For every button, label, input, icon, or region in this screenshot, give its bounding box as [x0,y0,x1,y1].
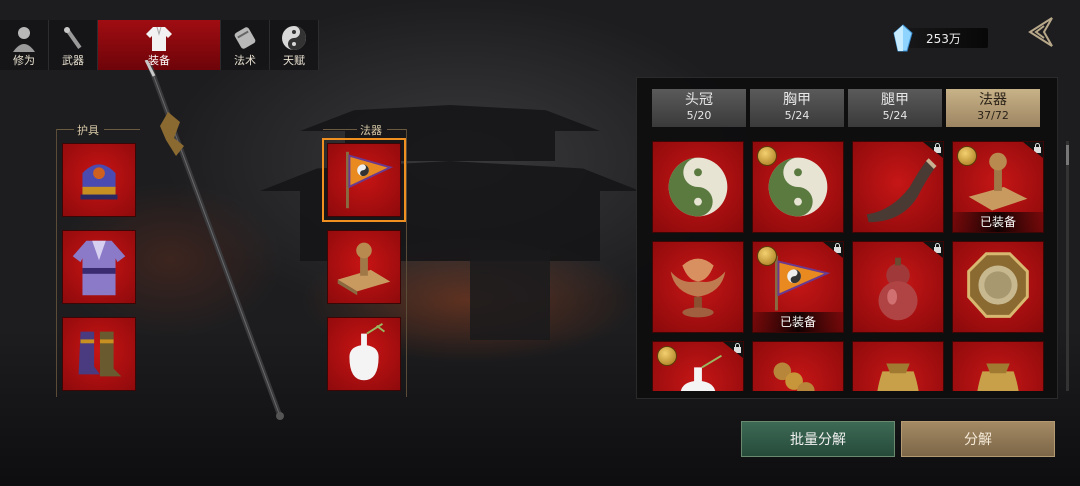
equipped-label: 已装备 [753,312,843,332]
section-divider [104,129,140,130]
lotus-lamp-icon [670,258,726,318]
item-slot[interactable] [752,341,844,391]
item-slot[interactable] [852,141,944,233]
item-slot[interactable] [852,341,944,391]
robe-armor-icon [72,240,126,296]
scrollbar-thumb[interactable] [1066,145,1069,165]
category-tab-legs[interactable]: 腿甲 5/24 [848,89,942,127]
category-count: 5/24 [882,109,908,122]
tab-label: 修为 [13,54,35,67]
equipped-slot-legs[interactable] [62,317,136,391]
item-grid: 已装备 已装备 [652,141,1048,391]
section-divider [56,129,74,130]
category-name: 头冠 [685,92,713,108]
gourd-icon [878,257,918,321]
helmet-icon [80,164,118,200]
money-pouch-icon [877,363,919,391]
coin-badge-icon [657,346,677,366]
category-count: 5/24 [784,109,810,122]
green-taiji-icon [668,157,728,217]
equipped-slot-artifact-1[interactable] [322,138,406,222]
coin-badge-icon [757,146,777,166]
background-gate [470,250,550,340]
item-slot[interactable] [652,241,744,333]
tab-label: 武器 [62,54,84,67]
section-border [56,129,57,397]
category-tabs: 头冠 5/20 胸甲 5/24 腿甲 5/24 法器 37/72 [652,89,1040,127]
item-slot[interactable] [952,241,1044,333]
robe-icon [146,26,172,51]
porcelain-vase-icon [349,323,386,381]
seal-stamp-icon [337,242,391,296]
tab-cultivation[interactable]: 修为 [0,20,49,70]
coin-badge-icon [957,146,977,166]
cultivator-icon [13,27,35,52]
bagua-mirror-icon [967,252,1029,318]
category-tab-chest[interactable]: 胸甲 5/24 [750,89,844,127]
equipped-slot-artifact-2[interactable] [327,230,401,304]
back-icon[interactable] [1022,14,1058,50]
coin-badge-icon [757,246,777,266]
coin-string-icon [773,362,815,391]
category-tab-crown[interactable]: 头冠 5/20 [652,89,746,127]
scroll-icon [234,27,256,49]
item-slot[interactable]: 已装备 [752,241,844,333]
category-name: 法器 [979,92,1007,108]
spear-weapon-display [144,60,284,420]
equipped-slot-chest[interactable] [62,230,136,304]
armor-section-label: 护具 [77,124,99,137]
category-tab-artifact[interactable]: 法器 37/72 [946,89,1040,127]
background-pagoda-roof [300,105,600,131]
section-divider [387,129,407,130]
decompose-button[interactable]: 分解 [901,421,1055,457]
item-slot[interactable] [752,141,844,233]
equipped-slot-artifact-3[interactable] [327,317,401,391]
currency-value: 253万 [926,32,961,46]
weapon-icon [64,27,82,49]
category-name: 腿甲 [881,92,909,108]
item-slot[interactable] [652,141,744,233]
equipped-label: 已装备 [953,212,1043,232]
item-slot[interactable] [652,341,744,391]
category-count: 5/20 [686,109,712,122]
category-name: 胸甲 [783,92,811,108]
category-count: 37/72 [977,109,1009,122]
item-slot[interactable] [852,241,944,333]
boots-icon [78,331,122,377]
money-pouch-icon [977,363,1019,391]
tab-weapon[interactable]: 武器 [49,20,98,70]
item-slot[interactable] [952,341,1044,391]
background-pagoda-roof [260,161,640,191]
section-border [406,129,407,397]
equipped-slot-helmet[interactable] [62,143,136,217]
taiji-flag-icon [346,151,394,209]
batch-decompose-button[interactable]: 批量分解 [741,421,895,457]
item-slot[interactable]: 已装备 [952,141,1044,233]
inventory-scrollbar[interactable] [1066,141,1069,391]
currency-display: 253万 [892,24,988,52]
taiji-icon [282,26,306,50]
section-divider [323,129,357,130]
horn-icon [866,158,937,223]
artifact-section-label: 法器 [360,124,382,137]
crystal-icon [893,24,913,52]
